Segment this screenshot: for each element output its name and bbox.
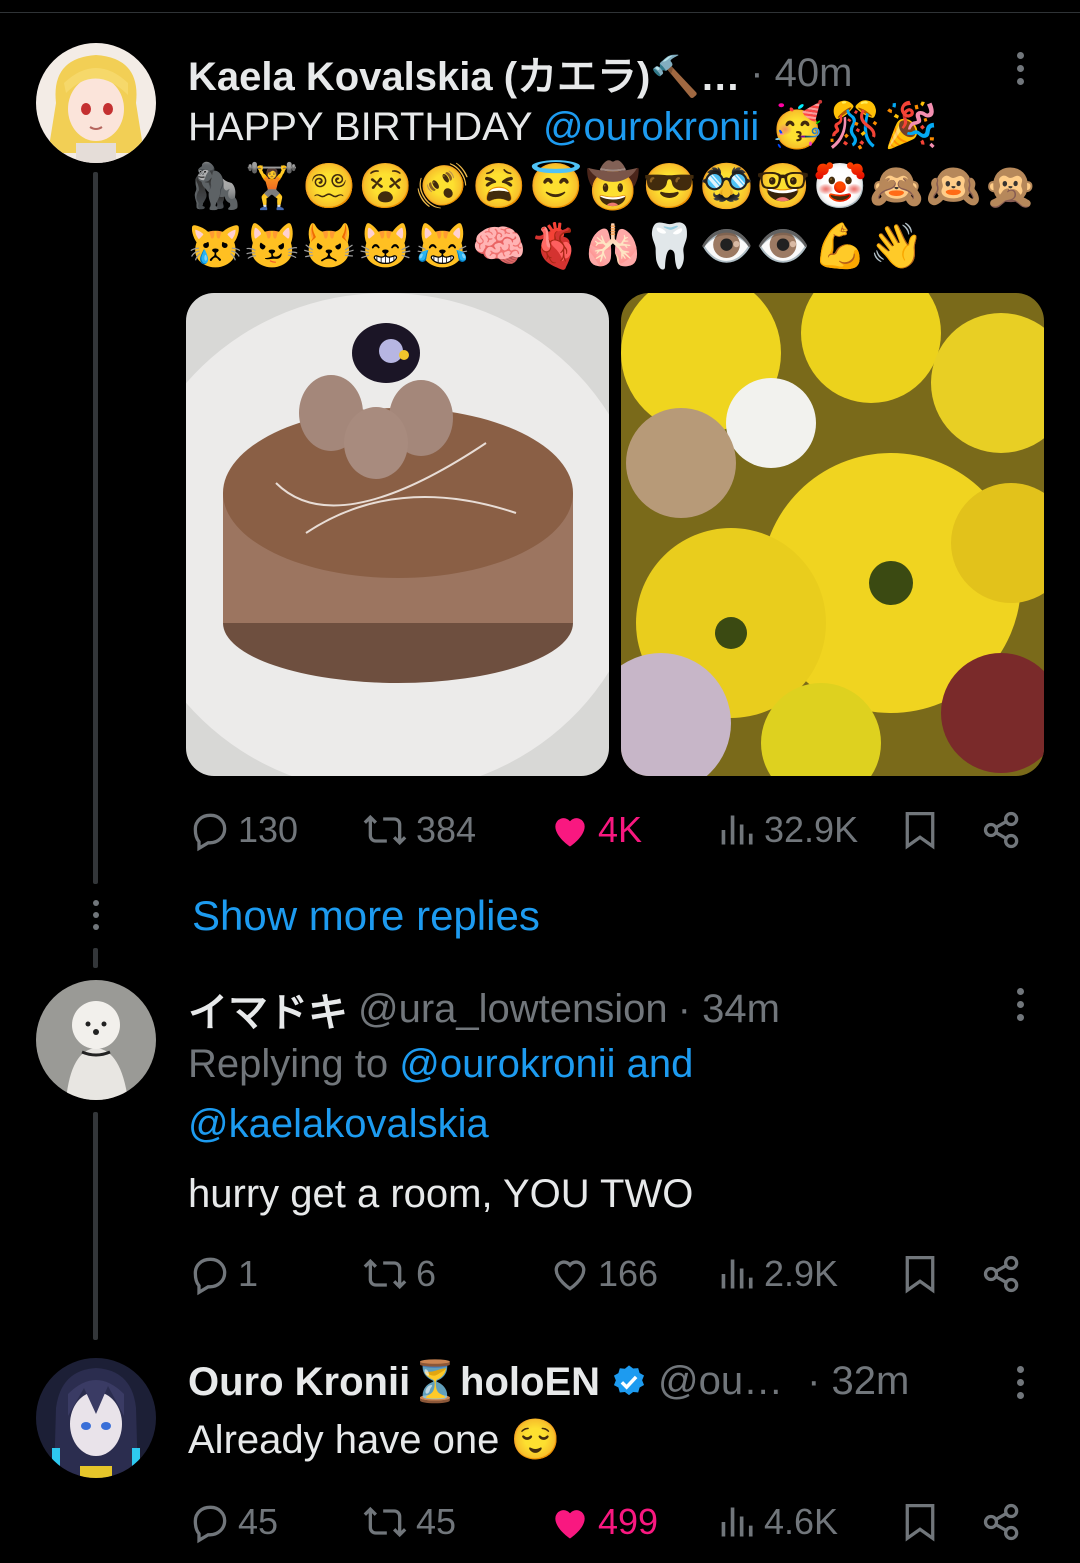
bookmark-button[interactable] xyxy=(900,1492,940,1552)
heart-filled-icon xyxy=(555,1510,585,1539)
views-button[interactable]: 2.9K xyxy=(718,1244,838,1304)
tweet-text: hurry get a room, YOU TWO xyxy=(188,1172,694,1216)
views-button[interactable]: 4.6K xyxy=(718,1492,838,1552)
like-button[interactable]: 4K xyxy=(548,800,642,860)
user-handle[interactable]: @ou… xyxy=(658,1359,783,1404)
tweet-header: Kaela Kovalskia (カエラ)🔨… · 40m xyxy=(188,44,852,102)
display-name[interactable]: Kaela Kovalskia (カエラ)🔨… xyxy=(188,44,740,102)
repost-icon xyxy=(363,1258,407,1290)
action-bar: 130 384 4K 32.9K xyxy=(188,800,1028,860)
like-button[interactable]: 166 xyxy=(548,1244,658,1304)
repost-button[interactable]: 384 xyxy=(360,800,476,860)
heart-outline-icon xyxy=(554,1260,586,1291)
repost-icon xyxy=(363,814,407,846)
bookmark-button[interactable] xyxy=(900,800,940,860)
share-icon xyxy=(983,811,1019,849)
more-options-icon[interactable] xyxy=(1005,48,1035,88)
display-name[interactable]: Ouro Kronii⏳holoEN xyxy=(188,1358,600,1405)
show-more-replies-link[interactable]: Show more replies xyxy=(192,892,540,940)
avatar[interactable] xyxy=(36,980,156,1100)
avatar[interactable] xyxy=(36,1358,156,1478)
tweet-header: Ouro Kronii⏳holoEN @ou… · 32m xyxy=(188,1358,909,1405)
reply-button[interactable]: 45 xyxy=(188,1492,278,1552)
repost-button[interactable]: 6 xyxy=(360,1244,436,1304)
views-button[interactable]: 32.9K xyxy=(718,800,858,860)
avatar-imadoki-image xyxy=(36,980,156,1100)
reply-icon xyxy=(193,1257,227,1296)
heart-filled-icon xyxy=(555,818,585,847)
timestamp[interactable]: · 40m xyxy=(750,51,852,96)
thread-line xyxy=(93,172,98,884)
avatar-kaela-image xyxy=(36,43,156,163)
share-icon xyxy=(983,1255,1019,1293)
action-bar: 45 45 499 4.6K xyxy=(188,1492,1028,1552)
avatar-kronii-image xyxy=(36,1358,156,1478)
reply-button[interactable]: 130 xyxy=(188,800,298,860)
repost-button[interactable]: 45 xyxy=(360,1492,456,1552)
bookmark-icon xyxy=(905,1256,935,1294)
collapsed-thread-icon xyxy=(91,900,101,930)
bookmark-icon xyxy=(905,1504,935,1542)
display-name[interactable]: イマドキ xyxy=(188,980,348,1038)
reply-icon xyxy=(193,813,227,852)
avatar[interactable] xyxy=(36,43,156,163)
share-button[interactable] xyxy=(980,800,1024,860)
tweet-kaela[interactable]: Kaela Kovalskia (カエラ)🔨… · 40m HAPPY BIRT… xyxy=(0,0,1080,890)
reply-button[interactable]: 1 xyxy=(188,1244,258,1304)
share-icon xyxy=(983,1503,1019,1541)
views-icon xyxy=(721,815,753,845)
share-button[interactable] xyxy=(980,1244,1024,1304)
timestamp[interactable]: · 32m xyxy=(807,1359,909,1404)
media-image-flowers[interactable] xyxy=(621,293,1044,776)
tweet-text: Already have one 😌 xyxy=(188,1418,561,1462)
bookmark-button[interactable] xyxy=(900,1244,940,1304)
verified-badge-icon[interactable] xyxy=(610,1363,648,1401)
tweet-text: HAPPY BIRTHDAY @ourokronii 🥳🎊🎉 🦍🏋️😵‍💫😵🫨😫… xyxy=(188,96,1038,277)
emoji-line: 🦍🏋️😵‍💫😵🫨😫😇🤠😎🥸🤓🤡🙈🙉🙊🙀 xyxy=(188,162,1038,211)
relieved-face-emoji: 😌 xyxy=(510,1418,561,1462)
more-options-icon[interactable] xyxy=(1005,984,1035,1024)
repost-icon xyxy=(363,1506,407,1538)
mention-link[interactable]: @ourokronii xyxy=(399,1042,615,1086)
media-image-cake[interactable] xyxy=(186,293,609,776)
tweet-imadoki[interactable]: イマドキ @ura_lowtension · 34m Replying to @… xyxy=(0,948,1080,1340)
action-bar: 1 6 166 2.9K xyxy=(188,1244,1028,1304)
tweet-header: イマドキ @ura_lowtension · 34m xyxy=(188,980,780,1038)
mention-link[interactable]: @kaelakovalskia xyxy=(188,1102,489,1146)
flowers-photo xyxy=(621,293,1044,776)
views-icon xyxy=(721,1259,753,1289)
reply-icon xyxy=(193,1505,227,1544)
replying-to: Replying to @ourokronii and @kaelakovals… xyxy=(188,1042,694,1146)
views-icon xyxy=(721,1507,753,1537)
share-button[interactable] xyxy=(980,1492,1024,1552)
thread-line-top xyxy=(93,948,98,968)
bookmark-icon xyxy=(905,812,935,850)
thread-line xyxy=(93,1112,98,1340)
user-handle[interactable]: @ura_lowtension xyxy=(358,987,668,1032)
cake-photo xyxy=(186,293,609,776)
timestamp[interactable]: · 34m xyxy=(678,987,780,1032)
like-button[interactable]: 499 xyxy=(548,1492,658,1552)
tweet-kronii[interactable]: Ouro Kronii⏳holoEN @ou… · 32m Already ha… xyxy=(0,1340,1080,1563)
mention-link[interactable]: @ourokronii xyxy=(543,105,759,149)
more-options-icon[interactable] xyxy=(1005,1362,1035,1402)
emoji-line: 😿😼😾😸😹🧠🫀🫁🦷👁️👁️💪👋 xyxy=(188,222,927,271)
